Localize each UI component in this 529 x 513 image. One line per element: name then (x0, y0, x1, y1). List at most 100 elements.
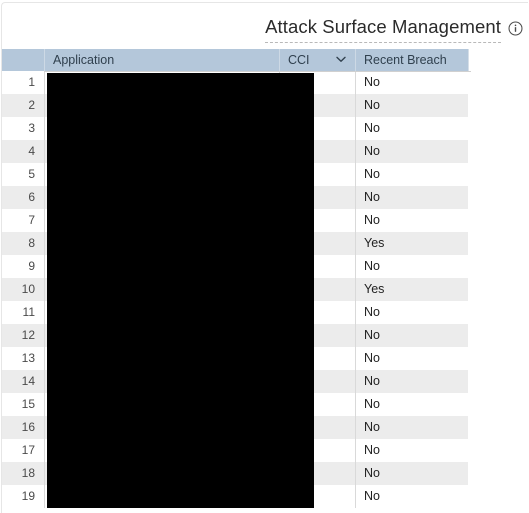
table-row[interactable]: 13 No (2, 347, 529, 370)
cell-spacer (468, 71, 529, 94)
table-row[interactable]: 15 No (2, 393, 529, 416)
row-number: 10 (2, 278, 44, 301)
cell-cci (279, 439, 355, 462)
cell-cci (279, 278, 355, 301)
cell-application (44, 416, 279, 439)
table-row[interactable]: 14 No (2, 370, 529, 393)
cell-application (44, 485, 279, 508)
row-number: 6 (2, 186, 44, 209)
cell-cci (279, 347, 355, 370)
table-row[interactable]: 8 Yes (2, 232, 529, 255)
chevron-down-icon[interactable] (336, 56, 346, 63)
column-header-application[interactable]: Application (44, 49, 279, 71)
table-row[interactable]: 17 No (2, 439, 529, 462)
row-number: 12 (2, 324, 44, 347)
cell-recent-breach: No (355, 462, 468, 485)
cell-cci (279, 232, 355, 255)
cell-spacer (468, 255, 529, 278)
cell-application (44, 439, 279, 462)
cell-cci (279, 370, 355, 393)
table-row[interactable]: 1 No (2, 71, 529, 94)
cell-application (44, 140, 279, 163)
row-number: 7 (2, 209, 44, 232)
cell-recent-breach: No (355, 117, 468, 140)
cell-recent-breach: Yes (355, 232, 468, 255)
cell-spacer (468, 462, 529, 485)
table-row[interactable]: 9 No (2, 255, 529, 278)
column-header-cci-label: CCI (288, 53, 310, 67)
cell-application (44, 255, 279, 278)
cell-recent-breach: No (355, 393, 468, 416)
row-number: 8 (2, 232, 44, 255)
cell-cci (279, 140, 355, 163)
cell-recent-breach: No (355, 71, 468, 94)
cell-spacer (468, 370, 529, 393)
info-icon[interactable] (508, 21, 523, 36)
table-row[interactable]: 2 No (2, 94, 529, 117)
header-divider (44, 71, 471, 72)
cell-recent-breach: No (355, 301, 468, 324)
table-row[interactable]: 10 Yes (2, 278, 529, 301)
cell-cci (279, 117, 355, 140)
table-row[interactable]: 11 No (2, 301, 529, 324)
cell-application (44, 94, 279, 117)
row-number: 3 (2, 117, 44, 140)
row-number: 1 (2, 71, 44, 94)
cell-application (44, 324, 279, 347)
cell-spacer (468, 117, 529, 140)
cell-recent-breach: No (355, 416, 468, 439)
row-number: 5 (2, 163, 44, 186)
cell-cci (279, 71, 355, 94)
row-number: 13 (2, 347, 44, 370)
table-row[interactable]: 19 No (2, 485, 529, 508)
cell-recent-breach: No (355, 140, 468, 163)
row-number: 18 (2, 462, 44, 485)
cell-spacer (468, 232, 529, 255)
title-group: Attack Surface Management (265, 15, 523, 43)
data-grid[interactable]: Application CCI Recent Breach 1 No 2 No 3 No 4… (2, 49, 529, 513)
cell-spacer (468, 301, 529, 324)
table-row[interactable]: 5 No (2, 163, 529, 186)
cell-cci (279, 209, 355, 232)
table-row[interactable]: 6 No (2, 186, 529, 209)
table-row[interactable]: 12 No (2, 324, 529, 347)
grid-header-row: Application CCI Recent Breach (2, 49, 529, 71)
panel-header: Attack Surface Management (2, 15, 529, 47)
cell-application (44, 393, 279, 416)
cell-spacer (468, 94, 529, 117)
table-row[interactable]: 4 No (2, 140, 529, 163)
row-number: 19 (2, 485, 44, 508)
row-number: 9 (2, 255, 44, 278)
table-row[interactable]: 18 No (2, 462, 529, 485)
cell-recent-breach: No (355, 347, 468, 370)
column-header-recent-breach[interactable]: Recent Breach (355, 49, 468, 71)
cell-recent-breach: No (355, 324, 468, 347)
cell-cci (279, 94, 355, 117)
cell-cci (279, 255, 355, 278)
cell-application (44, 186, 279, 209)
table-row[interactable]: 16 No (2, 416, 529, 439)
cell-recent-breach: No (355, 255, 468, 278)
cell-spacer (468, 439, 529, 462)
table-row[interactable]: 3 No (2, 117, 529, 140)
cell-application (44, 209, 279, 232)
column-header-cci[interactable]: CCI (279, 49, 355, 71)
cell-spacer (468, 140, 529, 163)
row-number: 4 (2, 140, 44, 163)
cell-recent-breach: No (355, 439, 468, 462)
cell-application (44, 232, 279, 255)
cell-recent-breach: No (355, 94, 468, 117)
cell-recent-breach: No (355, 370, 468, 393)
table-row[interactable]: 7 No (2, 209, 529, 232)
row-number: 14 (2, 370, 44, 393)
cell-cci (279, 324, 355, 347)
cell-spacer (468, 324, 529, 347)
attack-surface-management-panel: Attack Surface Management Application CC… (0, 0, 529, 513)
cell-application (44, 347, 279, 370)
cell-cci (279, 485, 355, 508)
column-header-rownum (2, 49, 44, 71)
cell-cci (279, 186, 355, 209)
panel-card: Attack Surface Management Application CC… (1, 2, 529, 513)
cell-recent-breach: No (355, 186, 468, 209)
cell-recent-breach: Yes (355, 278, 468, 301)
